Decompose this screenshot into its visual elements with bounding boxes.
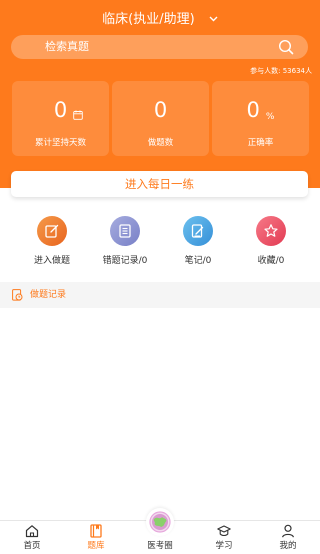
menu-item-favorites[interactable]: 收藏/0 [231, 216, 311, 272]
stat-accuracy: 0% 正确率 [212, 81, 309, 156]
graduation-cap-icon [217, 525, 231, 537]
stat-days: 0 累计坚持天数 [12, 81, 109, 156]
tab-question-bank-label: 题库 [87, 541, 105, 551]
header: 临床(执业/助理) 检索真题 参与人数: 53634人 0 累计坚持天数 0 做… [0, 0, 320, 188]
search-placeholder: 检索真题 [45, 40, 89, 53]
stat-accuracy-value-row: 0% [212, 97, 309, 130]
tab-community-label: 医考圈 [147, 541, 173, 551]
user-icon [282, 524, 294, 538]
stat-questions-label: 做题数 [147, 138, 174, 148]
home-icon [25, 525, 39, 538]
menu-item-notes[interactable]: 笔记/0 [158, 216, 238, 272]
calendar-icon [73, 110, 83, 120]
stat-questions-value: 0 [153, 98, 168, 122]
stat-days-value: 0 [53, 98, 68, 122]
tab-community[interactable]: 医考圈 [128, 508, 192, 554]
tab-study-label: 学习 [215, 541, 233, 551]
stat-accuracy-value: 0 [246, 98, 260, 122]
practice-record-section[interactable]: 做题记录 [0, 282, 320, 308]
menu-item-start-practice[interactable]: 进入做题 [12, 216, 92, 272]
search-icon[interactable] [278, 39, 294, 55]
menu-label-wrong-answers: 错题记录/0 [102, 256, 148, 266]
tab-profile-label: 我的 [279, 541, 297, 551]
tab-home[interactable]: 首页 [0, 521, 64, 554]
stat-days-label: 累计坚持天数 [34, 138, 86, 148]
search-bar[interactable]: 检索真题 [11, 35, 308, 59]
menu-label-start-practice: 进入做题 [33, 256, 70, 266]
percent-sign: % [265, 112, 275, 122]
daily-practice-button[interactable]: 进入每日一练 [11, 171, 308, 197]
question-bank-icon [90, 524, 102, 538]
star-icon [256, 216, 286, 246]
menu-label-notes: 笔记/0 [184, 256, 212, 266]
notebook-icon [110, 216, 140, 246]
chevron-down-icon [209, 10, 218, 30]
exam-selector[interactable]: 临床(执业/助理) [0, 10, 320, 30]
note-pen-icon [183, 216, 213, 246]
tab-study[interactable]: 学习 [192, 521, 256, 554]
edit-icon [37, 216, 67, 246]
stat-questions: 0 做题数 [112, 81, 209, 156]
practice-record-label: 做题记录 [30, 290, 67, 300]
tab-home-label: 首页 [23, 541, 41, 551]
globe-icon [146, 508, 174, 536]
menu-label-favorites: 收藏/0 [257, 256, 285, 266]
stat-accuracy-label: 正确率 [247, 138, 274, 148]
tab-question-bank[interactable]: 题库 [64, 521, 128, 554]
bottom-tab-bar: 首页 题库 医考圈 学习 我的 [0, 508, 320, 554]
clock-document-icon [12, 289, 23, 301]
menu-item-wrong-answers[interactable]: 错题记录/0 [85, 216, 165, 272]
tab-profile[interactable]: 我的 [256, 521, 320, 554]
exam-title: 临床(执业/助理) [102, 12, 195, 27]
participants-count: 参与人数: 53634人 [250, 67, 312, 75]
